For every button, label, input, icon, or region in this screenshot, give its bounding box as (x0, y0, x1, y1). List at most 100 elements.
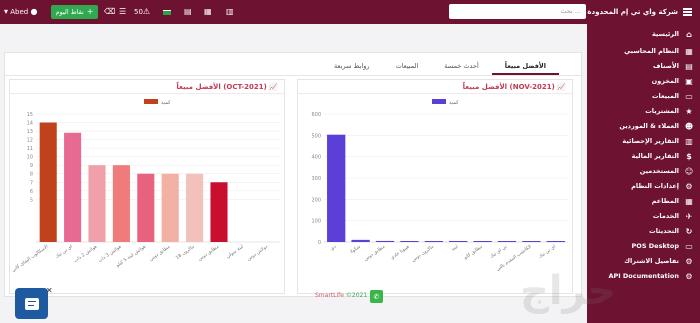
bar[interactable] (327, 134, 346, 242)
close-icon[interactable]: ✕ (46, 286, 53, 295)
y-tick-label: 5 (30, 197, 33, 203)
y-tick-label: 400 (311, 155, 321, 161)
bar[interactable] (546, 241, 565, 242)
flag-icon[interactable] (163, 0, 171, 24)
y-tick-label: 300 (311, 176, 321, 182)
sidebar-item-5[interactable]: المشتريات ★ (645, 105, 694, 117)
updates-icon: ↻ (685, 226, 693, 236)
menu-icon[interactable] (683, 7, 692, 18)
y-tick-label: 0 (318, 240, 321, 246)
calculator-icon[interactable]: ▤ (184, 0, 192, 24)
search-input[interactable]: بحث ... (449, 4, 586, 19)
bar[interactable] (39, 122, 57, 242)
chat-button[interactable] (15, 288, 48, 319)
user-menu[interactable]: ▾ Abed ● (4, 0, 37, 24)
x-tick-label: الاسكالوب الشاي كاتي (11, 244, 50, 274)
bar[interactable] (497, 241, 517, 242)
sidebar-item-label: الخدمات (652, 212, 679, 220)
sidebar-item-14[interactable]: POS Desktop ▭ (632, 240, 694, 252)
home-icon: ⌂ (686, 29, 692, 39)
purchases-icon: ★ (685, 106, 693, 116)
alert-count-value: 50 (134, 8, 143, 16)
chart-nov: كمية 0 100 200 300 400 500 600 دي شكولا مطابق دوس ه… (311, 99, 568, 273)
sales-icon: ▭ (685, 91, 693, 101)
sidebar-item-label: API Documentation (608, 272, 679, 280)
plus-icon: + (86, 7, 94, 16)
bar[interactable] (88, 165, 106, 242)
grid-icon[interactable]: ▥ (226, 0, 234, 24)
sidebar-item-label: التقارير الإحصائية (622, 137, 679, 145)
bar[interactable] (161, 173, 179, 242)
bar[interactable] (137, 173, 155, 242)
bar[interactable] (210, 182, 228, 242)
tab-latest-five[interactable]: أحدث خمسة (431, 59, 491, 75)
tab-sales[interactable]: المبيعات (383, 59, 432, 75)
sidebar-item-12[interactable]: الخدمات ✈ (653, 210, 694, 222)
sidebar-item-label: إعدادات النظام (631, 182, 679, 190)
tab-divider (5, 75, 583, 76)
chevron-down-icon: ▾ (4, 7, 9, 16)
bar[interactable] (64, 132, 82, 242)
bar[interactable] (112, 165, 130, 242)
x-tick-label: اي تي تيك (538, 245, 557, 260)
bar[interactable] (424, 241, 443, 242)
footer: SmartLife ©2021 (315, 292, 367, 299)
accounting-icon: ▦ (685, 46, 693, 56)
sidebar-item-3[interactable]: المخزون ▣ (652, 75, 694, 87)
brand-name: شركة واي تي إم المحدودة (587, 8, 678, 16)
panel-title-nov: الأفضل مبيعاً (NOV-2021) 📈 (462, 83, 566, 91)
bar[interactable] (400, 241, 419, 242)
y-tick-label: 12 (27, 138, 33, 144)
brand[interactable]: شركة واي تي إم المحدودة (587, 0, 692, 24)
sidebar-item-label: التحديثات (649, 227, 679, 235)
y-tick-label: 500 (311, 133, 321, 139)
customers-icon: ☻ (684, 121, 694, 131)
warning-icon: ⚠ (142, 7, 151, 16)
sidebar-item-label: المبيعات (652, 92, 679, 100)
location-icon: ● (30, 7, 38, 16)
sidebar-item-13[interactable]: التحديثات ↻ (649, 225, 694, 237)
x-tick-label: مطابق دوس (149, 244, 172, 262)
sidebar-item-8[interactable]: التقارير المالية $ (632, 150, 694, 162)
chart-line-icon: 📈 (269, 83, 278, 91)
watermark: حراج (520, 268, 617, 314)
sidebar-item-2[interactable]: الأصناف ▤ (653, 60, 694, 72)
bar[interactable] (449, 241, 468, 242)
bar[interactable] (351, 239, 370, 242)
calendar-icon[interactable]: ▦ (204, 0, 212, 24)
sidebar-item-label: المستخدمين (639, 167, 679, 175)
sidebar-item-10[interactable]: إعدادات النظام ⚙ (631, 180, 694, 192)
sidebar-item-16[interactable]: API Documentation ⚙ (608, 270, 694, 282)
top-bar: شركة واي تي إم المحدودة ☁ ✎ بحث ... ▾ Ab… (0, 0, 700, 24)
sidebar-item-1[interactable]: النظام المحاسبي ▦ (624, 45, 694, 57)
eraser-icon[interactable]: ⌫ (104, 0, 115, 24)
x-tick-label: لبنة (451, 245, 459, 253)
whatsapp-icon[interactable]: ✆ (370, 290, 383, 303)
sidebar-item-11[interactable]: المطاعم ▦ (652, 195, 694, 207)
footer-brand[interactable]: SmartLife (315, 292, 344, 299)
panel-best-selling-nov: الأفضل مبيعاً (NOV-2021) 📈 كمية 0 100 200 30… (297, 79, 573, 294)
sidebar-item-15[interactable]: تفاصيل الاشتراك ⚙ (624, 255, 694, 267)
panel-title-oct: الأفضل مبيعاً (OCT-2021) 📈 (176, 83, 278, 91)
sidebar-item-9[interactable]: المستخدمين ☺ (640, 165, 694, 177)
bar[interactable] (186, 173, 204, 242)
points-button[interactable]: نقاط اليوم + (51, 5, 98, 19)
sidebar-item-0[interactable]: الرئيسية ⌂ (652, 28, 694, 40)
chart-oct: كمية 5 6 7 8 9 10 11 12 13 14 15 الاسكالوب الشاي كات… (11, 99, 280, 274)
bar[interactable] (375, 240, 395, 242)
bar[interactable] (522, 241, 541, 242)
points-label: نقاط اليوم (55, 8, 84, 16)
sidebar-item-7[interactable]: التقارير الإحصائية ▥ (622, 135, 694, 147)
bars-icon[interactable]: ☰ (119, 0, 126, 24)
tab-quick-links[interactable]: روابط سريعة (321, 59, 383, 75)
panel-best-selling-oct: الأفضل مبيعاً (OCT-2021) 📈 كمية 5 6 7 8 9 10 11… (9, 79, 285, 294)
tab-best-selling[interactable]: الأفضل مبيعاً (491, 59, 559, 75)
sidebar-item-4[interactable]: المبيعات ▭ (652, 90, 694, 102)
alert-count[interactable]: 50 ⚠ (134, 0, 150, 24)
y-tick-label: 100 (311, 219, 321, 225)
bar[interactable] (473, 241, 492, 242)
sidebar-item-6[interactable]: العملاء & الموردين ☻ (619, 120, 694, 132)
sidebar-item-label: POS Desktop (631, 242, 679, 250)
x-tick-label: شكولا (349, 244, 362, 256)
y-tick-label: 14 (27, 121, 33, 127)
